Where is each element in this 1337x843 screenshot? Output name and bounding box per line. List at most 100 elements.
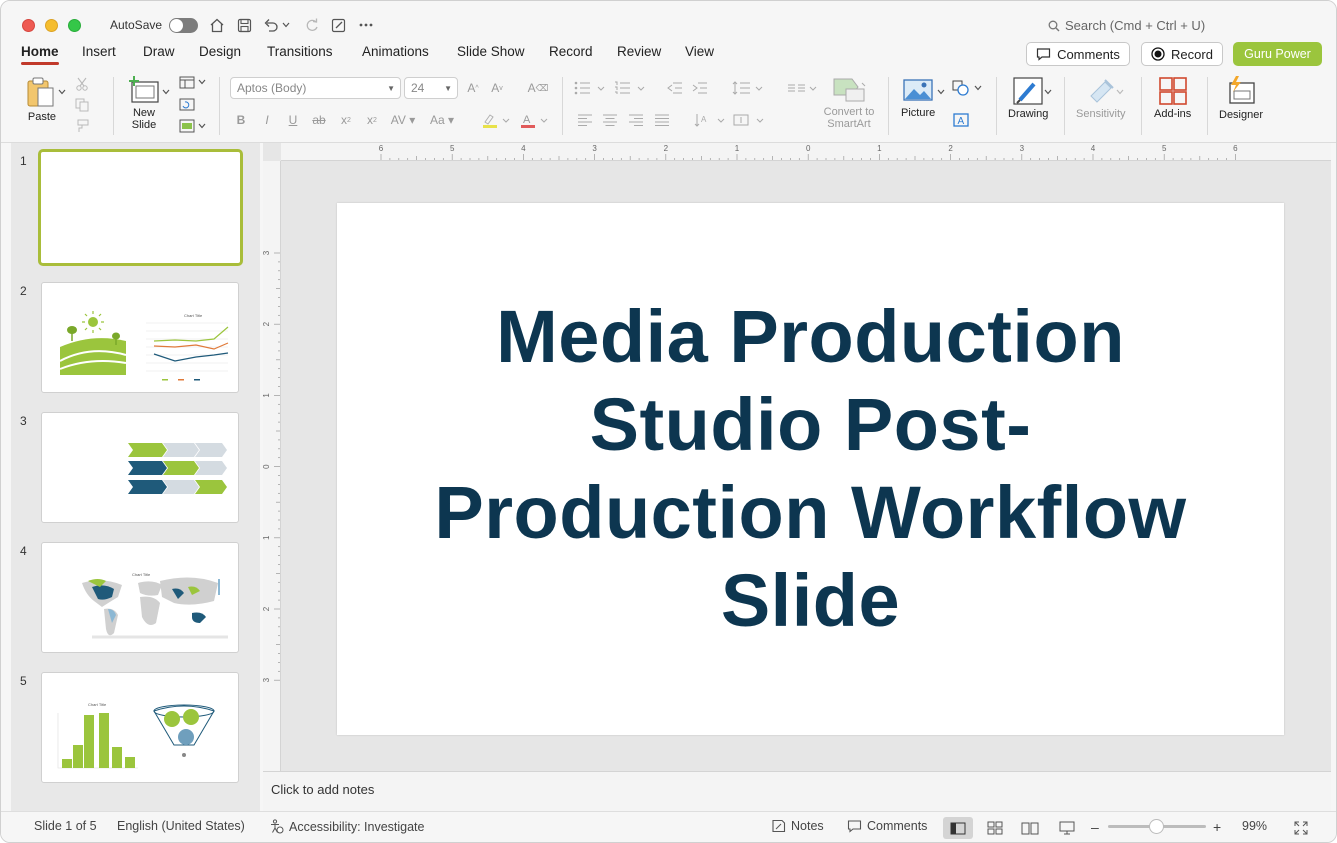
justify-icon[interactable]: [652, 111, 672, 129]
highlight-color-icon[interactable]: [479, 111, 513, 129]
tab-record[interactable]: Record: [549, 44, 593, 59]
slide-show-button[interactable]: [1052, 817, 1082, 839]
cut-icon[interactable]: [72, 75, 92, 93]
undo-dropdown-icon[interactable]: [280, 15, 292, 35]
tab-design[interactable]: Design: [199, 44, 241, 59]
zoom-level[interactable]: 99%: [1242, 819, 1267, 833]
reset-slide-icon[interactable]: [177, 95, 197, 113]
line-spacing-icon[interactable]: [731, 79, 765, 97]
new-slide-button[interactable]: New Slide: [127, 76, 161, 131]
search-box[interactable]: Search (Cmd + Ctrl + U): [1048, 18, 1205, 33]
redo-icon[interactable]: [302, 15, 322, 35]
change-case-icon[interactable]: Aa ▾: [426, 111, 458, 129]
zoom-out-button[interactable]: –: [1091, 819, 1099, 835]
character-spacing-icon[interactable]: AV ▾: [388, 111, 418, 129]
font-name-select[interactable]: Aptos (Body) ▼: [230, 77, 401, 99]
save-icon[interactable]: [234, 15, 254, 35]
slide-thumbnail-4[interactable]: Chart Title: [41, 542, 239, 653]
slide-thumbnail-1[interactable]: [38, 149, 243, 266]
font-color-icon[interactable]: A: [517, 111, 551, 129]
more-options-icon[interactable]: [356, 15, 376, 35]
align-left-icon[interactable]: [575, 111, 595, 129]
bullets-icon[interactable]: [573, 79, 607, 97]
align-right-icon[interactable]: [626, 111, 646, 129]
tab-review[interactable]: Review: [617, 44, 661, 59]
slide-thumbnail-5[interactable]: Chart Title: [41, 672, 239, 783]
font-size-select[interactable]: 24 ▼: [404, 77, 458, 99]
copy-icon[interactable]: [72, 96, 92, 114]
language-status[interactable]: English (United States): [117, 819, 245, 833]
comments-button[interactable]: Comments: [1026, 42, 1130, 66]
new-slide-dropdown-icon[interactable]: [160, 83, 172, 101]
home-icon[interactable]: [207, 15, 227, 35]
slide-sorter-button[interactable]: [980, 817, 1010, 839]
picture-button[interactable]: Picture: [901, 77, 935, 119]
shapes-icon[interactable]: [951, 79, 971, 97]
align-text-icon[interactable]: [732, 111, 766, 129]
notes-toggle[interactable]: Notes: [771, 819, 824, 833]
numbering-icon[interactable]: [613, 79, 647, 97]
tab-draw[interactable]: Draw: [143, 44, 175, 59]
designer-button[interactable]: Designer: [1219, 75, 1263, 121]
slide-thumbnail-3[interactable]: [41, 412, 239, 523]
minimize-window-button[interactable]: [45, 19, 58, 32]
columns-icon[interactable]: [785, 79, 819, 97]
current-slide[interactable]: Media Production Studio Post-Production …: [337, 203, 1284, 735]
zoom-window-button[interactable]: [68, 19, 81, 32]
increase-font-icon[interactable]: A ^: [463, 79, 483, 97]
add-ins-button[interactable]: Add-ins: [1154, 76, 1191, 120]
fit-to-window-button[interactable]: [1286, 817, 1316, 839]
tab-home[interactable]: Home: [21, 44, 59, 65]
tab-transitions[interactable]: Transitions: [267, 44, 333, 59]
guru-power-button[interactable]: Guru Power: [1233, 42, 1322, 66]
increase-indent-icon[interactable]: [690, 79, 710, 97]
text-box-icon[interactable]: A: [951, 111, 971, 129]
normal-view-button[interactable]: [943, 817, 973, 839]
paste-button[interactable]: Paste: [25, 76, 59, 123]
slide-count: Slide 1 of 5: [34, 819, 97, 833]
zoom-slider-handle[interactable]: [1149, 819, 1164, 834]
tab-animations[interactable]: Animations: [362, 44, 429, 59]
slide-editor[interactable]: 6 5 4 3 2 1 0 1 2 3 4 5 6 3 2 1 0 1 2 3 Media Production S…: [262, 143, 1331, 771]
section-icon[interactable]: [177, 117, 197, 135]
sensitivity-dropdown-icon[interactable]: [1114, 83, 1126, 101]
convert-smartart-button[interactable]: Convert to SmartArt: [821, 77, 877, 130]
paste-dropdown-icon[interactable]: [57, 83, 67, 101]
reading-view-button[interactable]: [1015, 817, 1045, 839]
record-button[interactable]: Record: [1141, 42, 1223, 66]
tab-slide-show[interactable]: Slide Show: [457, 44, 525, 59]
slide-thumbnail-2[interactable]: Chart Title: [41, 282, 239, 393]
align-center-icon[interactable]: [600, 111, 620, 129]
picture-dropdown-icon[interactable]: [935, 83, 947, 101]
underline-icon[interactable]: U: [283, 111, 303, 129]
close-window-button[interactable]: [22, 19, 35, 32]
bold-icon[interactable]: B: [231, 111, 251, 129]
text-direction-icon[interactable]: A: [693, 111, 727, 129]
tab-view[interactable]: View: [685, 44, 714, 59]
slide-thumbnail-panel[interactable]: 1 2 Chart Title 3 4 Chart Title 5 Chart …: [11, 143, 260, 811]
subscript-icon[interactable]: x2: [362, 111, 382, 129]
decrease-indent-icon[interactable]: [665, 79, 685, 97]
italic-icon[interactable]: I: [257, 111, 277, 129]
autosave-toggle[interactable]: [169, 18, 198, 33]
decrease-font-icon[interactable]: Av: [487, 79, 507, 97]
strikethrough-icon[interactable]: ab: [309, 111, 329, 129]
drawing-dropdown-icon[interactable]: [1042, 83, 1054, 101]
section-dropdown-icon[interactable]: [196, 117, 208, 135]
accessibility-status[interactable]: Accessibility: Investigate: [269, 819, 424, 834]
tab-insert[interactable]: Insert: [82, 44, 116, 59]
notes-pane[interactable]: Click to add notes: [263, 771, 1331, 811]
present-icon[interactable]: [329, 15, 349, 35]
slide-title[interactable]: Media Production Studio Post-Production …: [401, 293, 1221, 645]
clear-formatting-icon[interactable]: A ⌫: [528, 79, 549, 97]
sensitivity-icon: [1090, 79, 1114, 103]
svg-text:A: A: [958, 116, 965, 127]
layout-dropdown-icon[interactable]: [196, 73, 208, 91]
shapes-dropdown-icon[interactable]: [972, 79, 984, 97]
zoom-in-button[interactable]: +: [1213, 819, 1221, 835]
format-painter-icon[interactable]: [72, 117, 92, 135]
layout-icon[interactable]: [177, 73, 197, 91]
comments-toggle[interactable]: Comments: [847, 819, 927, 833]
undo-icon[interactable]: [261, 15, 281, 35]
superscript-icon[interactable]: x2: [336, 111, 356, 129]
